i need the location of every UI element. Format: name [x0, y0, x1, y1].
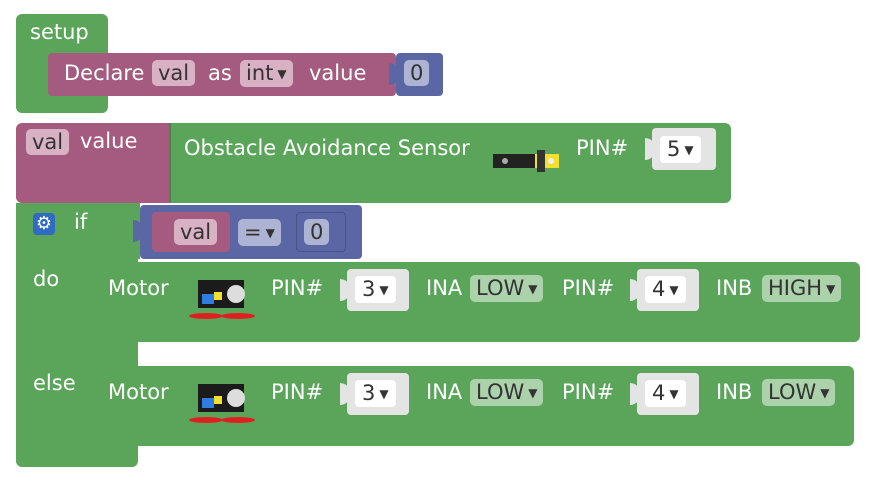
- sensor-pin-label: PIN#: [576, 136, 629, 160]
- declare-type-value: int: [246, 61, 274, 85]
- motor-do-ina-dropdown[interactable]: LOW ▼: [470, 275, 544, 302]
- else-label: else: [33, 371, 76, 395]
- condition-right-value[interactable]: 0: [304, 219, 330, 245]
- motor-else-pin2-label: PIN#: [562, 380, 615, 404]
- obstacle-sensor-icon: [493, 150, 559, 172]
- sensor-label: Obstacle Avoidance Sensor: [184, 136, 470, 160]
- motor-else-inb-label: INB: [716, 380, 753, 404]
- motor-else-inb-value: LOW: [768, 380, 817, 404]
- motor-do-pin2-label: PIN#: [562, 276, 615, 300]
- motor-do-ina-label: INA: [426, 276, 463, 300]
- motor-module-icon: [189, 280, 255, 319]
- motor-do-pin1-dropdown[interactable]: 3 ▼: [355, 276, 396, 303]
- motor-do-pin1-label: PIN#: [271, 276, 324, 300]
- if-label: if: [74, 210, 88, 234]
- motor-do-label: Motor: [108, 276, 169, 300]
- dropdown-arrow-icon: ▼: [669, 387, 679, 401]
- dropdown-arrow-icon: ▼: [379, 283, 389, 297]
- declare-number-value[interactable]: 0: [404, 60, 430, 86]
- condition-left-var[interactable]: val: [174, 219, 218, 245]
- motor-do-pin1-value: 3: [362, 277, 376, 301]
- motor-do-ina-value: LOW: [476, 276, 525, 300]
- dropdown-arrow-icon: ▼: [820, 386, 830, 400]
- assign-value-label: value: [80, 129, 138, 153]
- motor-else-pin2-value: 4: [652, 381, 666, 405]
- motor-else-pin2-dropdown[interactable]: 4 ▼: [645, 380, 686, 407]
- motor-do-pin2-dropdown[interactable]: 4 ▼: [645, 276, 686, 303]
- motor-do-inb-value: HIGH: [768, 276, 823, 300]
- dropdown-arrow-icon: ▼: [528, 386, 538, 400]
- motor-else-pin1-dropdown[interactable]: 3 ▼: [355, 380, 396, 407]
- declare-var-name[interactable]: val: [152, 60, 196, 86]
- gear-icon[interactable]: ⚙: [33, 213, 55, 235]
- motor-else-pin1-label: PIN#: [271, 380, 324, 404]
- motor-else-label: Motor: [108, 380, 169, 404]
- dropdown-arrow-icon: ▼: [669, 283, 679, 297]
- declare-value-label: value: [309, 61, 367, 85]
- condition-operator-dropdown[interactable]: = ▼: [238, 219, 281, 246]
- motor-else-pin1-value: 3: [362, 381, 376, 405]
- motor-else-ina-label: INA: [426, 380, 463, 404]
- sensor-pin-dropdown[interactable]: 5 ▼: [660, 136, 701, 163]
- motor-do-inb-dropdown[interactable]: HIGH ▼: [762, 275, 842, 302]
- condition-operator: =: [244, 220, 262, 244]
- motor-do-pin2-value: 4: [652, 277, 666, 301]
- declare-type-dropdown[interactable]: int ▼: [240, 60, 293, 87]
- dropdown-arrow-icon: ▼: [265, 226, 275, 240]
- declare-prefix: Declare: [64, 61, 145, 85]
- dropdown-arrow-icon: ▼: [277, 67, 287, 81]
- motor-else-inb-dropdown[interactable]: LOW ▼: [762, 379, 836, 406]
- motor-else-ina-dropdown[interactable]: LOW ▼: [470, 379, 544, 406]
- dropdown-arrow-icon: ▼: [684, 143, 694, 157]
- motor-else-ina-value: LOW: [476, 380, 525, 404]
- sensor-pin-value: 5: [667, 137, 681, 161]
- dropdown-arrow-icon: ▼: [826, 282, 836, 296]
- dropdown-arrow-icon: ▼: [528, 282, 538, 296]
- declare-as-label: as: [208, 61, 232, 85]
- motor-do-inb-label: INB: [716, 276, 753, 300]
- dropdown-arrow-icon: ▼: [379, 387, 389, 401]
- setup-label: setup: [30, 20, 89, 44]
- motor-module-icon: [189, 384, 255, 423]
- do-label: do: [33, 267, 60, 291]
- sensor-block-divider: [169, 123, 171, 203]
- assign-var-name[interactable]: val: [26, 129, 70, 155]
